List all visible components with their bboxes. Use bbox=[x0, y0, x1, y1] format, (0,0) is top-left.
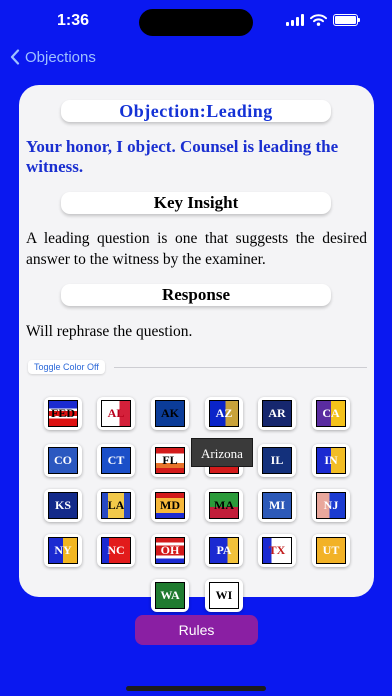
state-flag: PA bbox=[209, 537, 239, 564]
state-code-label: WA bbox=[160, 588, 180, 602]
state-flag: NJ bbox=[316, 492, 346, 519]
battery-icon bbox=[333, 14, 360, 26]
state-code-label: IN bbox=[324, 453, 338, 467]
objection-text: Your honor, I object. Counsel is leading… bbox=[26, 137, 339, 176]
state-flag: CT bbox=[101, 447, 131, 474]
state-tile-fl[interactable]: FL bbox=[151, 444, 189, 477]
status-time: 1:36 bbox=[57, 12, 90, 29]
objection-card: Objection:Leading Your honor, I object. … bbox=[19, 85, 374, 612]
state-tile-ct[interactable]: CT bbox=[97, 444, 135, 477]
state-code-label: OH bbox=[160, 543, 180, 557]
state-flag: NC bbox=[101, 537, 131, 564]
state-flag: TX bbox=[262, 537, 292, 564]
state-code-label: FL bbox=[162, 453, 178, 467]
state-code-label: AZ bbox=[215, 406, 233, 420]
state-tile-tx[interactable]: TX bbox=[258, 534, 296, 567]
state-tile-az[interactable]: AZ bbox=[205, 397, 243, 430]
status-bar: 1:36 bbox=[0, 0, 392, 44]
state-flag: WI bbox=[209, 582, 239, 609]
response-heading: Response bbox=[61, 284, 331, 306]
state-code-label: CA bbox=[322, 406, 340, 420]
state-code-label: FED bbox=[51, 406, 75, 420]
response-text: Will rephrase the question. bbox=[26, 323, 193, 340]
state-code-label: MD bbox=[160, 498, 180, 512]
state-code-label: TX bbox=[268, 543, 286, 557]
state-tile-wa[interactable]: WA bbox=[151, 579, 189, 612]
state-code-label: KS bbox=[54, 498, 71, 512]
state-tile-ar[interactable]: AR bbox=[258, 397, 296, 430]
state-tile-ks[interactable]: KS bbox=[44, 489, 82, 522]
back-label: Objections bbox=[25, 48, 96, 66]
state-flag: MD bbox=[155, 492, 185, 519]
state-flag: AL bbox=[101, 400, 131, 427]
rules-button[interactable]: Rules bbox=[135, 615, 258, 645]
state-flag: MI bbox=[262, 492, 292, 519]
state-tile-nc[interactable]: NC bbox=[97, 534, 135, 567]
state-code-label: NY bbox=[54, 543, 72, 557]
state-tile-pa[interactable]: PA bbox=[205, 534, 243, 567]
state-flag: AK bbox=[155, 400, 185, 427]
toggle-color-button[interactable]: Toggle Color Off bbox=[28, 360, 105, 374]
state-flag: AR bbox=[262, 400, 292, 427]
insight-text: A leading question is one that suggests … bbox=[26, 230, 367, 268]
state-code-label: CT bbox=[107, 453, 125, 467]
state-code-label: MI bbox=[269, 498, 285, 512]
state-tile-la[interactable]: LA bbox=[97, 489, 135, 522]
divider bbox=[114, 367, 367, 368]
chevron-left-icon bbox=[10, 49, 20, 65]
state-flag: FED bbox=[48, 400, 78, 427]
state-tile-in[interactable]: IN bbox=[312, 444, 350, 477]
state-code-label: UT bbox=[322, 543, 340, 557]
state-tile-ma[interactable]: MA bbox=[205, 489, 243, 522]
state-flag: FL bbox=[155, 447, 185, 474]
state-code-label: LA bbox=[107, 498, 125, 512]
state-tooltip: Arizona bbox=[191, 438, 253, 467]
state-code-label: AK bbox=[161, 406, 179, 420]
state-tile-al[interactable]: AL bbox=[97, 397, 135, 430]
back-button[interactable]: Objections bbox=[10, 46, 96, 68]
state-code-label: NC bbox=[107, 543, 125, 557]
state-flag: OH bbox=[155, 537, 185, 564]
state-flag: AZ bbox=[209, 400, 239, 427]
state-flag: LA bbox=[101, 492, 131, 519]
state-code-label: AL bbox=[107, 406, 125, 420]
state-tile-wi[interactable]: WI bbox=[205, 579, 243, 612]
state-flag: UT bbox=[316, 537, 346, 564]
state-tile-ut[interactable]: UT bbox=[312, 534, 350, 567]
state-tile-co[interactable]: CO bbox=[44, 444, 82, 477]
state-code-label: MA bbox=[214, 498, 234, 512]
state-tile-ca[interactable]: CA bbox=[312, 397, 350, 430]
status-icons bbox=[286, 14, 360, 26]
state-flag: MA bbox=[209, 492, 239, 519]
objection-title: Objection:Leading bbox=[61, 100, 331, 122]
wifi-icon bbox=[310, 14, 327, 26]
signal-icon bbox=[286, 14, 304, 26]
state-flag: NY bbox=[48, 537, 78, 564]
state-tile-oh[interactable]: OH bbox=[151, 534, 189, 567]
state-code-label: CO bbox=[54, 453, 72, 467]
state-tile-md[interactable]: MD bbox=[151, 489, 189, 522]
state-code-label: PA bbox=[216, 543, 232, 557]
state-flag: IL bbox=[262, 447, 292, 474]
state-code-label: AR bbox=[268, 406, 286, 420]
state-flag: IN bbox=[316, 447, 346, 474]
state-tile-mi[interactable]: MI bbox=[258, 489, 296, 522]
home-indicator bbox=[126, 686, 266, 691]
dynamic-island bbox=[139, 9, 253, 36]
state-tile-nj[interactable]: NJ bbox=[312, 489, 350, 522]
state-flag: CO bbox=[48, 447, 78, 474]
state-code-label: IL bbox=[270, 453, 284, 467]
state-code-label: WI bbox=[215, 588, 233, 602]
state-flag: WA bbox=[155, 582, 185, 609]
state-flag: KS bbox=[48, 492, 78, 519]
state-code-label: NJ bbox=[323, 498, 339, 512]
state-flag: CA bbox=[316, 400, 346, 427]
insight-heading: Key Insight bbox=[61, 192, 331, 214]
state-tile-ny[interactable]: NY bbox=[44, 534, 82, 567]
state-tile-ak[interactable]: AK bbox=[151, 397, 189, 430]
state-tile-il[interactable]: IL bbox=[258, 444, 296, 477]
state-tile-fed[interactable]: FED bbox=[44, 397, 82, 430]
